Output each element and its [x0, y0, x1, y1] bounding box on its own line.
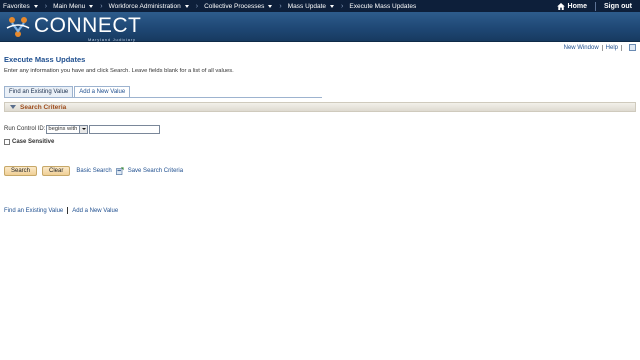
- nav-separator-icon: ›: [279, 2, 282, 10]
- nav-workforce-administration[interactable]: Workforce Administration: [106, 0, 193, 12]
- dropdown-button[interactable]: [79, 125, 88, 133]
- tab-bar: Find an Existing Value Add a New Value: [4, 86, 131, 97]
- save-search-icon[interactable]: [115, 166, 124, 175]
- instructions-text: Enter any information you have and click…: [4, 68, 234, 74]
- home-label: Home: [567, 2, 587, 10]
- tab-add-new-value[interactable]: Add a New Value: [74, 86, 131, 97]
- tab-find-existing-value[interactable]: Find an Existing Value: [4, 86, 74, 97]
- nav-execute-mass-updates[interactable]: Execute Mass Updates: [346, 0, 420, 12]
- home-link[interactable]: Home: [549, 2, 595, 10]
- tab-underline: [4, 97, 322, 98]
- chevron-down-icon: [33, 4, 38, 8]
- sign-out-link[interactable]: Sign out: [596, 3, 640, 10]
- nav-favorites[interactable]: Favorites: [0, 0, 42, 12]
- connect-logo-icon: [6, 17, 30, 37]
- nav-main-menu[interactable]: Main Menu: [50, 0, 97, 12]
- nav-separator-icon: ›: [195, 2, 199, 10]
- nav-favorites-label: Favorites: [3, 2, 30, 10]
- add-new-value-link[interactable]: Add a New Value: [72, 208, 118, 214]
- nav-separator-icon: ›: [44, 2, 48, 10]
- utility-divider: [621, 44, 622, 51]
- nav-separator-icon: ›: [341, 2, 344, 10]
- top-nav-bar: Favorites › Main Menu › Workforce Admini…: [0, 0, 640, 12]
- nav-workforce-administration-label: Workforce Administration: [108, 2, 181, 10]
- logo-text: CONNECT: [34, 14, 142, 37]
- nav-execute-mass-updates-label: Execute Mass Updates: [349, 2, 417, 10]
- operator-select[interactable]: begins with: [46, 124, 89, 134]
- find-existing-value-link[interactable]: Find an Existing Value: [4, 208, 63, 214]
- page-title: Execute Mass Updates: [4, 55, 86, 64]
- run-control-id-label: Run Control ID:: [4, 126, 46, 132]
- collapse-triangle-icon[interactable]: [10, 105, 16, 109]
- new-window-link[interactable]: New Window: [564, 45, 599, 51]
- run-control-row: Run Control ID: begins with: [4, 124, 161, 134]
- chevron-down-icon: [184, 4, 189, 8]
- operator-value: begins with: [48, 126, 78, 132]
- personalize-page-icon[interactable]: [629, 44, 636, 51]
- utility-divider: [601, 44, 603, 51]
- banner: CONNECT Maryland Judiciary: [0, 12, 640, 42]
- chevron-down-icon: [268, 4, 273, 8]
- bottom-link-divider: [67, 207, 69, 214]
- nav-right-group: Home Sign out: [549, 0, 640, 12]
- clear-button[interactable]: Clear: [42, 165, 71, 176]
- save-search-criteria-link[interactable]: Save Search Criteria: [128, 168, 183, 174]
- nav-mass-update[interactable]: Mass Update: [285, 0, 338, 12]
- action-row: Search Clear Basic Search Save Search Cr…: [4, 165, 183, 176]
- help-link[interactable]: Help: [606, 45, 618, 51]
- case-sensitive-checkbox[interactable]: [4, 139, 10, 145]
- bottom-links: Find an Existing Value Add a New Value: [4, 207, 118, 214]
- nav-main-menu-label: Main Menu: [53, 2, 86, 10]
- logo-subtext: Maryland Judiciary: [88, 37, 136, 42]
- search-criteria-label: Search Criteria: [20, 103, 67, 111]
- home-icon: [556, 2, 565, 10]
- search-button[interactable]: Search: [4, 165, 38, 176]
- search-criteria-header[interactable]: Search Criteria: [4, 102, 636, 112]
- chevron-down-icon: [330, 4, 335, 8]
- sign-out-label: Sign out: [604, 2, 632, 10]
- nav-collective-processes[interactable]: Collective Processes: [201, 0, 276, 12]
- case-sensitive-label: Case Sensitive: [12, 139, 55, 145]
- case-sensitive-row: Case Sensitive: [4, 138, 54, 146]
- nav-separator-icon: ›: [100, 2, 103, 10]
- chevron-down-icon: [89, 4, 94, 8]
- nav-mass-update-label: Mass Update: [287, 2, 327, 10]
- utility-links: New Window Help: [564, 43, 636, 52]
- run-control-id-input[interactable]: [89, 124, 161, 134]
- chevron-down-icon: [81, 128, 86, 130]
- nav-collective-processes-label: Collective Processes: [204, 2, 265, 10]
- basic-search-link[interactable]: Basic Search: [76, 168, 111, 174]
